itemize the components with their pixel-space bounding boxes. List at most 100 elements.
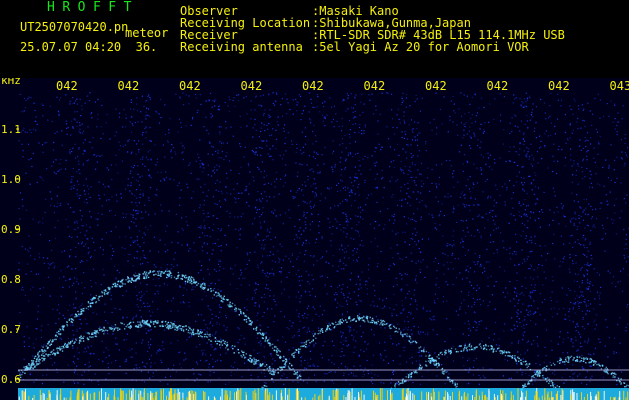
signal-dot <box>214 340 217 342</box>
noise-dot <box>588 203 590 205</box>
signal-dot <box>130 281 132 283</box>
noise-dot <box>273 104 275 106</box>
noise-dot <box>513 324 515 326</box>
noise-dot <box>38 142 40 144</box>
noise-dot <box>504 201 506 203</box>
noise-dot <box>517 313 519 315</box>
noise-dot <box>529 97 531 99</box>
noise-dot <box>19 93 21 95</box>
noise-dot <box>602 166 604 168</box>
noise-dot <box>264 130 266 132</box>
noise-dot <box>396 314 398 316</box>
noise-dot <box>473 360 475 362</box>
signal-dot <box>145 271 148 273</box>
noise-dot <box>266 255 268 257</box>
noise-dot <box>109 291 111 293</box>
noise-dot <box>150 366 152 369</box>
noise-dot <box>88 159 90 161</box>
noise-dot <box>525 101 527 103</box>
noise-dot <box>510 377 512 379</box>
noise-dot <box>77 358 79 360</box>
noise-dot <box>509 122 511 124</box>
noise-dot <box>545 130 547 132</box>
noise-dot <box>238 328 240 330</box>
noise-dot <box>412 238 414 240</box>
noise-dot <box>257 266 259 269</box>
noise-dot <box>552 219 554 221</box>
noise-dot <box>350 205 353 207</box>
noise-dot <box>245 268 247 270</box>
noise-dot <box>263 311 265 314</box>
noise-dot <box>552 155 554 157</box>
noise-dot <box>203 167 205 169</box>
noise-dot <box>544 146 546 148</box>
noise-dot <box>135 103 138 105</box>
noise-dot <box>88 141 90 143</box>
noise-dot <box>136 239 138 241</box>
noise-dot <box>138 230 140 232</box>
noise-dot <box>218 279 220 281</box>
noise-dot <box>202 171 204 173</box>
noise-dot <box>298 219 301 221</box>
noise-dot <box>301 279 303 282</box>
noise-dot <box>362 375 364 378</box>
noise-dot <box>141 295 143 297</box>
noise-dot <box>409 357 411 360</box>
noise-dot <box>297 291 300 293</box>
noise-dot <box>377 319 379 321</box>
noise-dot <box>89 92 91 94</box>
signal-dot <box>49 344 51 347</box>
noise-dot <box>107 362 109 365</box>
noise-dot <box>578 305 580 307</box>
noise-dot <box>105 347 107 349</box>
noise-dot <box>278 261 280 263</box>
noise-dot <box>76 98 78 100</box>
noise-dot <box>571 181 573 183</box>
noise-dot <box>355 375 357 377</box>
noise-dot <box>251 223 254 225</box>
noise-dot <box>278 257 280 259</box>
noise-dot <box>124 248 126 250</box>
noise-dot <box>211 334 213 336</box>
signal-dot <box>277 348 279 350</box>
noise-dot <box>569 319 571 321</box>
noise-dot <box>110 294 112 296</box>
noise-dot <box>74 143 76 145</box>
noise-dot <box>425 141 427 143</box>
noise-dot <box>34 109 36 112</box>
noise-dot <box>144 305 146 308</box>
noise-dot <box>146 284 148 286</box>
noise-dot <box>143 365 145 367</box>
noise-dot <box>520 120 522 122</box>
noise-dot <box>576 121 578 123</box>
noise-dot <box>296 143 298 145</box>
noise-dot <box>416 367 418 369</box>
noise-dot <box>300 342 302 344</box>
noise-dot <box>488 337 490 339</box>
noise-dot <box>438 183 440 185</box>
noise-dot <box>603 115 605 117</box>
noise-dot <box>286 276 288 278</box>
noise-dot <box>69 149 71 151</box>
noise-dot <box>352 339 354 341</box>
noise-dot <box>199 139 201 141</box>
noise-dot <box>87 308 89 310</box>
noise-dot <box>533 193 535 195</box>
noise-dot <box>153 236 155 238</box>
noise-dot <box>374 151 376 153</box>
signal-dot <box>125 279 127 281</box>
noise-dot <box>59 312 61 314</box>
noise-dot <box>118 149 120 151</box>
noise-dot <box>513 94 515 96</box>
noise-dot <box>28 159 30 161</box>
signal-dot <box>134 280 136 282</box>
noise-dot <box>104 303 106 305</box>
noise-dot <box>135 314 138 316</box>
noise-dot <box>452 252 454 255</box>
noise-dot <box>397 143 399 145</box>
noise-dot <box>303 230 305 232</box>
noise-dot <box>149 140 151 142</box>
noise-dot <box>408 326 410 328</box>
noise-dot <box>374 162 376 164</box>
noise-dot <box>530 305 532 307</box>
